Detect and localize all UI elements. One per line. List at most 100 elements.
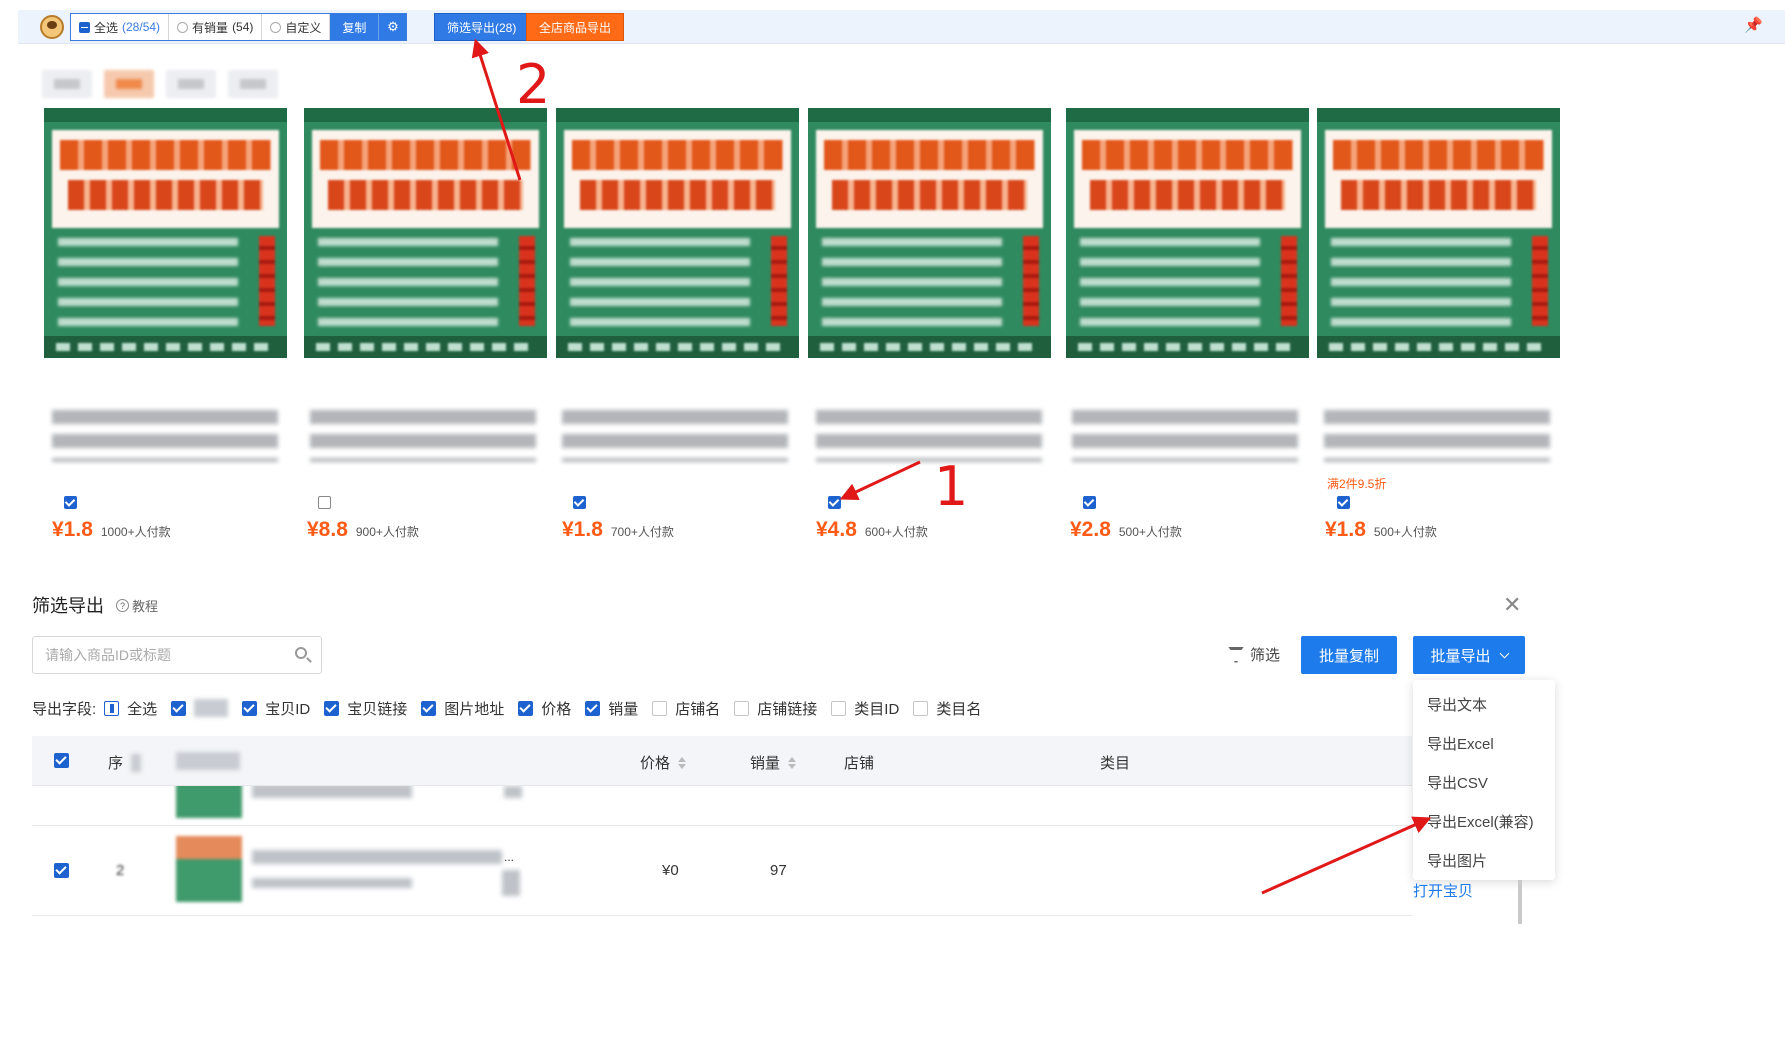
pin-icon[interactable]: 📌: [1744, 16, 1763, 34]
export-fields: 导出字段: 全选 宝贝ID 宝贝链接 图片地址 价格 销量 店铺名 店铺链接 类…: [32, 696, 995, 720]
product-sales: 600+人付款: [864, 525, 928, 539]
field-select-all[interactable]: 全选: [104, 698, 157, 719]
field-category-id[interactable]: 类目ID: [831, 698, 899, 719]
field-item-link[interactable]: 宝贝链接: [324, 698, 407, 719]
checkbox-empty-icon: [652, 700, 668, 716]
promo-tag: 满2件9.5折: [1327, 477, 1387, 491]
export-menu: 导出文本 导出Excel 导出CSV 导出Excel(兼容) 导出图片: [1413, 680, 1555, 880]
product-price: ¥8.8: [307, 518, 348, 541]
product-price: ¥1.8: [1325, 518, 1366, 541]
checkbox-checked-icon: [518, 700, 534, 716]
search-icon[interactable]: [295, 647, 307, 659]
shop-tab[interactable]: [166, 70, 216, 98]
field-blurred[interactable]: [171, 699, 229, 717]
checkbox-empty-icon: [831, 700, 847, 716]
shop-tab-active[interactable]: [104, 70, 154, 98]
shop-tabs: [42, 70, 278, 98]
product-sales: 500+人付款: [1118, 525, 1182, 539]
product-price: ¥4.8: [816, 518, 857, 541]
product-checkbox[interactable]: [828, 496, 841, 509]
menu-export-excel[interactable]: 导出Excel: [1427, 733, 1494, 754]
product-title-blurred[interactable]: [816, 410, 1042, 462]
product-checkbox[interactable]: [1337, 496, 1350, 509]
product-price: ¥1.8: [562, 518, 603, 541]
search-box: [32, 636, 322, 674]
plugin-toolbar: 全选 (28/54) 有销量 (54) 自定义 复制 ⚙ 筛选导出(28) 全店商品…: [18, 10, 1785, 44]
checkbox-checked-icon: [324, 700, 340, 716]
batch-export-button[interactable]: 批量导出: [1413, 636, 1525, 674]
shop-tab[interactable]: [42, 70, 92, 98]
product-checkbox[interactable]: [64, 496, 77, 509]
column-index: 序: [108, 752, 142, 773]
column-sales[interactable]: 销量: [750, 752, 797, 773]
close-icon[interactable]: ✕: [1503, 592, 1521, 618]
store-export-button[interactable]: 全店商品导出: [526, 13, 625, 41]
menu-export-excel-compatible[interactable]: 导出Excel(兼容): [1427, 811, 1534, 832]
field-image-url[interactable]: 图片地址: [421, 698, 504, 719]
checkbox-empty-icon: [913, 700, 929, 716]
row-price: ¥0: [662, 862, 679, 879]
row-sales: 97: [770, 862, 787, 879]
checkbox-checked-icon: [585, 700, 601, 716]
checkbox-empty-icon: [734, 700, 750, 716]
field-price[interactable]: 价格: [518, 698, 571, 719]
field-shop-name[interactable]: 店铺名: [652, 698, 720, 719]
column-price[interactable]: 价格: [640, 752, 687, 773]
annotation-number-2: 2: [516, 53, 551, 116]
row-title-blurred[interactable]: [252, 850, 502, 864]
product-image[interactable]: [808, 108, 1051, 358]
menu-export-csv[interactable]: 导出CSV: [1427, 772, 1488, 793]
product-price: ¥2.8: [1070, 518, 1111, 541]
field-shop-link[interactable]: 店铺链接: [734, 698, 817, 719]
tutorial-link[interactable]: ? 教程: [116, 596, 158, 615]
menu-export-text[interactable]: 导出文本: [1427, 694, 1487, 715]
has-sales-option[interactable]: 有销量 (54): [169, 14, 263, 40]
product-image[interactable]: [1066, 108, 1309, 358]
product-price-row: ¥2.8 500+人付款: [1070, 518, 1182, 542]
checkbox-partial-icon: [79, 21, 90, 33]
checkbox-partial-icon: [104, 700, 120, 716]
batch-copy-button[interactable]: 批量复制: [1301, 636, 1397, 674]
copy-button[interactable]: 复制: [330, 14, 379, 40]
scrollbar[interactable]: [1518, 880, 1522, 924]
filter-export-button[interactable]: 筛选导出(28): [434, 13, 530, 41]
sort-icon: [788, 756, 797, 769]
column-category: 类目: [1100, 755, 1131, 772]
avatar-icon[interactable]: [40, 15, 64, 39]
radio-icon: [177, 21, 189, 33]
product-image[interactable]: [1317, 108, 1560, 358]
shop-tab[interactable]: [228, 70, 278, 98]
open-item-link[interactable]: 打开宝贝: [1413, 880, 1473, 901]
table-row: [32, 786, 1412, 826]
gear-icon[interactable]: ⚙: [378, 14, 407, 40]
product-title-blurred[interactable]: [1072, 410, 1298, 462]
filter-button[interactable]: 筛选: [1228, 644, 1280, 665]
product-sales: 500+人付款: [1373, 525, 1437, 539]
product-thumbnail[interactable]: [176, 836, 242, 902]
product-price-row: ¥8.8 900+人付款: [307, 518, 419, 542]
header-checkbox[interactable]: [54, 753, 69, 768]
product-checkbox[interactable]: [318, 496, 331, 509]
product-sales: 1000+人付款: [100, 525, 171, 539]
product-image[interactable]: [556, 108, 799, 358]
select-all-option[interactable]: 全选 (28/54): [71, 14, 170, 40]
product-title-blurred[interactable]: [562, 410, 788, 462]
field-category-name[interactable]: 类目名: [913, 698, 981, 719]
product-checkbox[interactable]: [1083, 496, 1096, 509]
arrow-step-1: [839, 460, 921, 501]
product-title-blurred[interactable]: [1324, 410, 1550, 462]
product-checkbox[interactable]: [573, 496, 586, 509]
product-image[interactable]: [304, 108, 547, 358]
annotation-number-1: 1: [934, 455, 969, 518]
field-sales[interactable]: 销量: [585, 698, 638, 719]
search-input[interactable]: [45, 645, 275, 665]
product-title-blurred[interactable]: [310, 410, 536, 462]
row-checkbox[interactable]: [54, 863, 69, 878]
product-thumbnail[interactable]: [176, 786, 242, 818]
product-image[interactable]: [44, 108, 287, 358]
custom-option[interactable]: 自定义: [262, 14, 331, 40]
product-price-row: ¥1.8 500+人付款: [1325, 518, 1437, 542]
field-item-id[interactable]: 宝贝ID: [242, 698, 310, 719]
menu-export-images[interactable]: 导出图片: [1427, 850, 1487, 871]
product-title-blurred[interactable]: [52, 410, 278, 462]
